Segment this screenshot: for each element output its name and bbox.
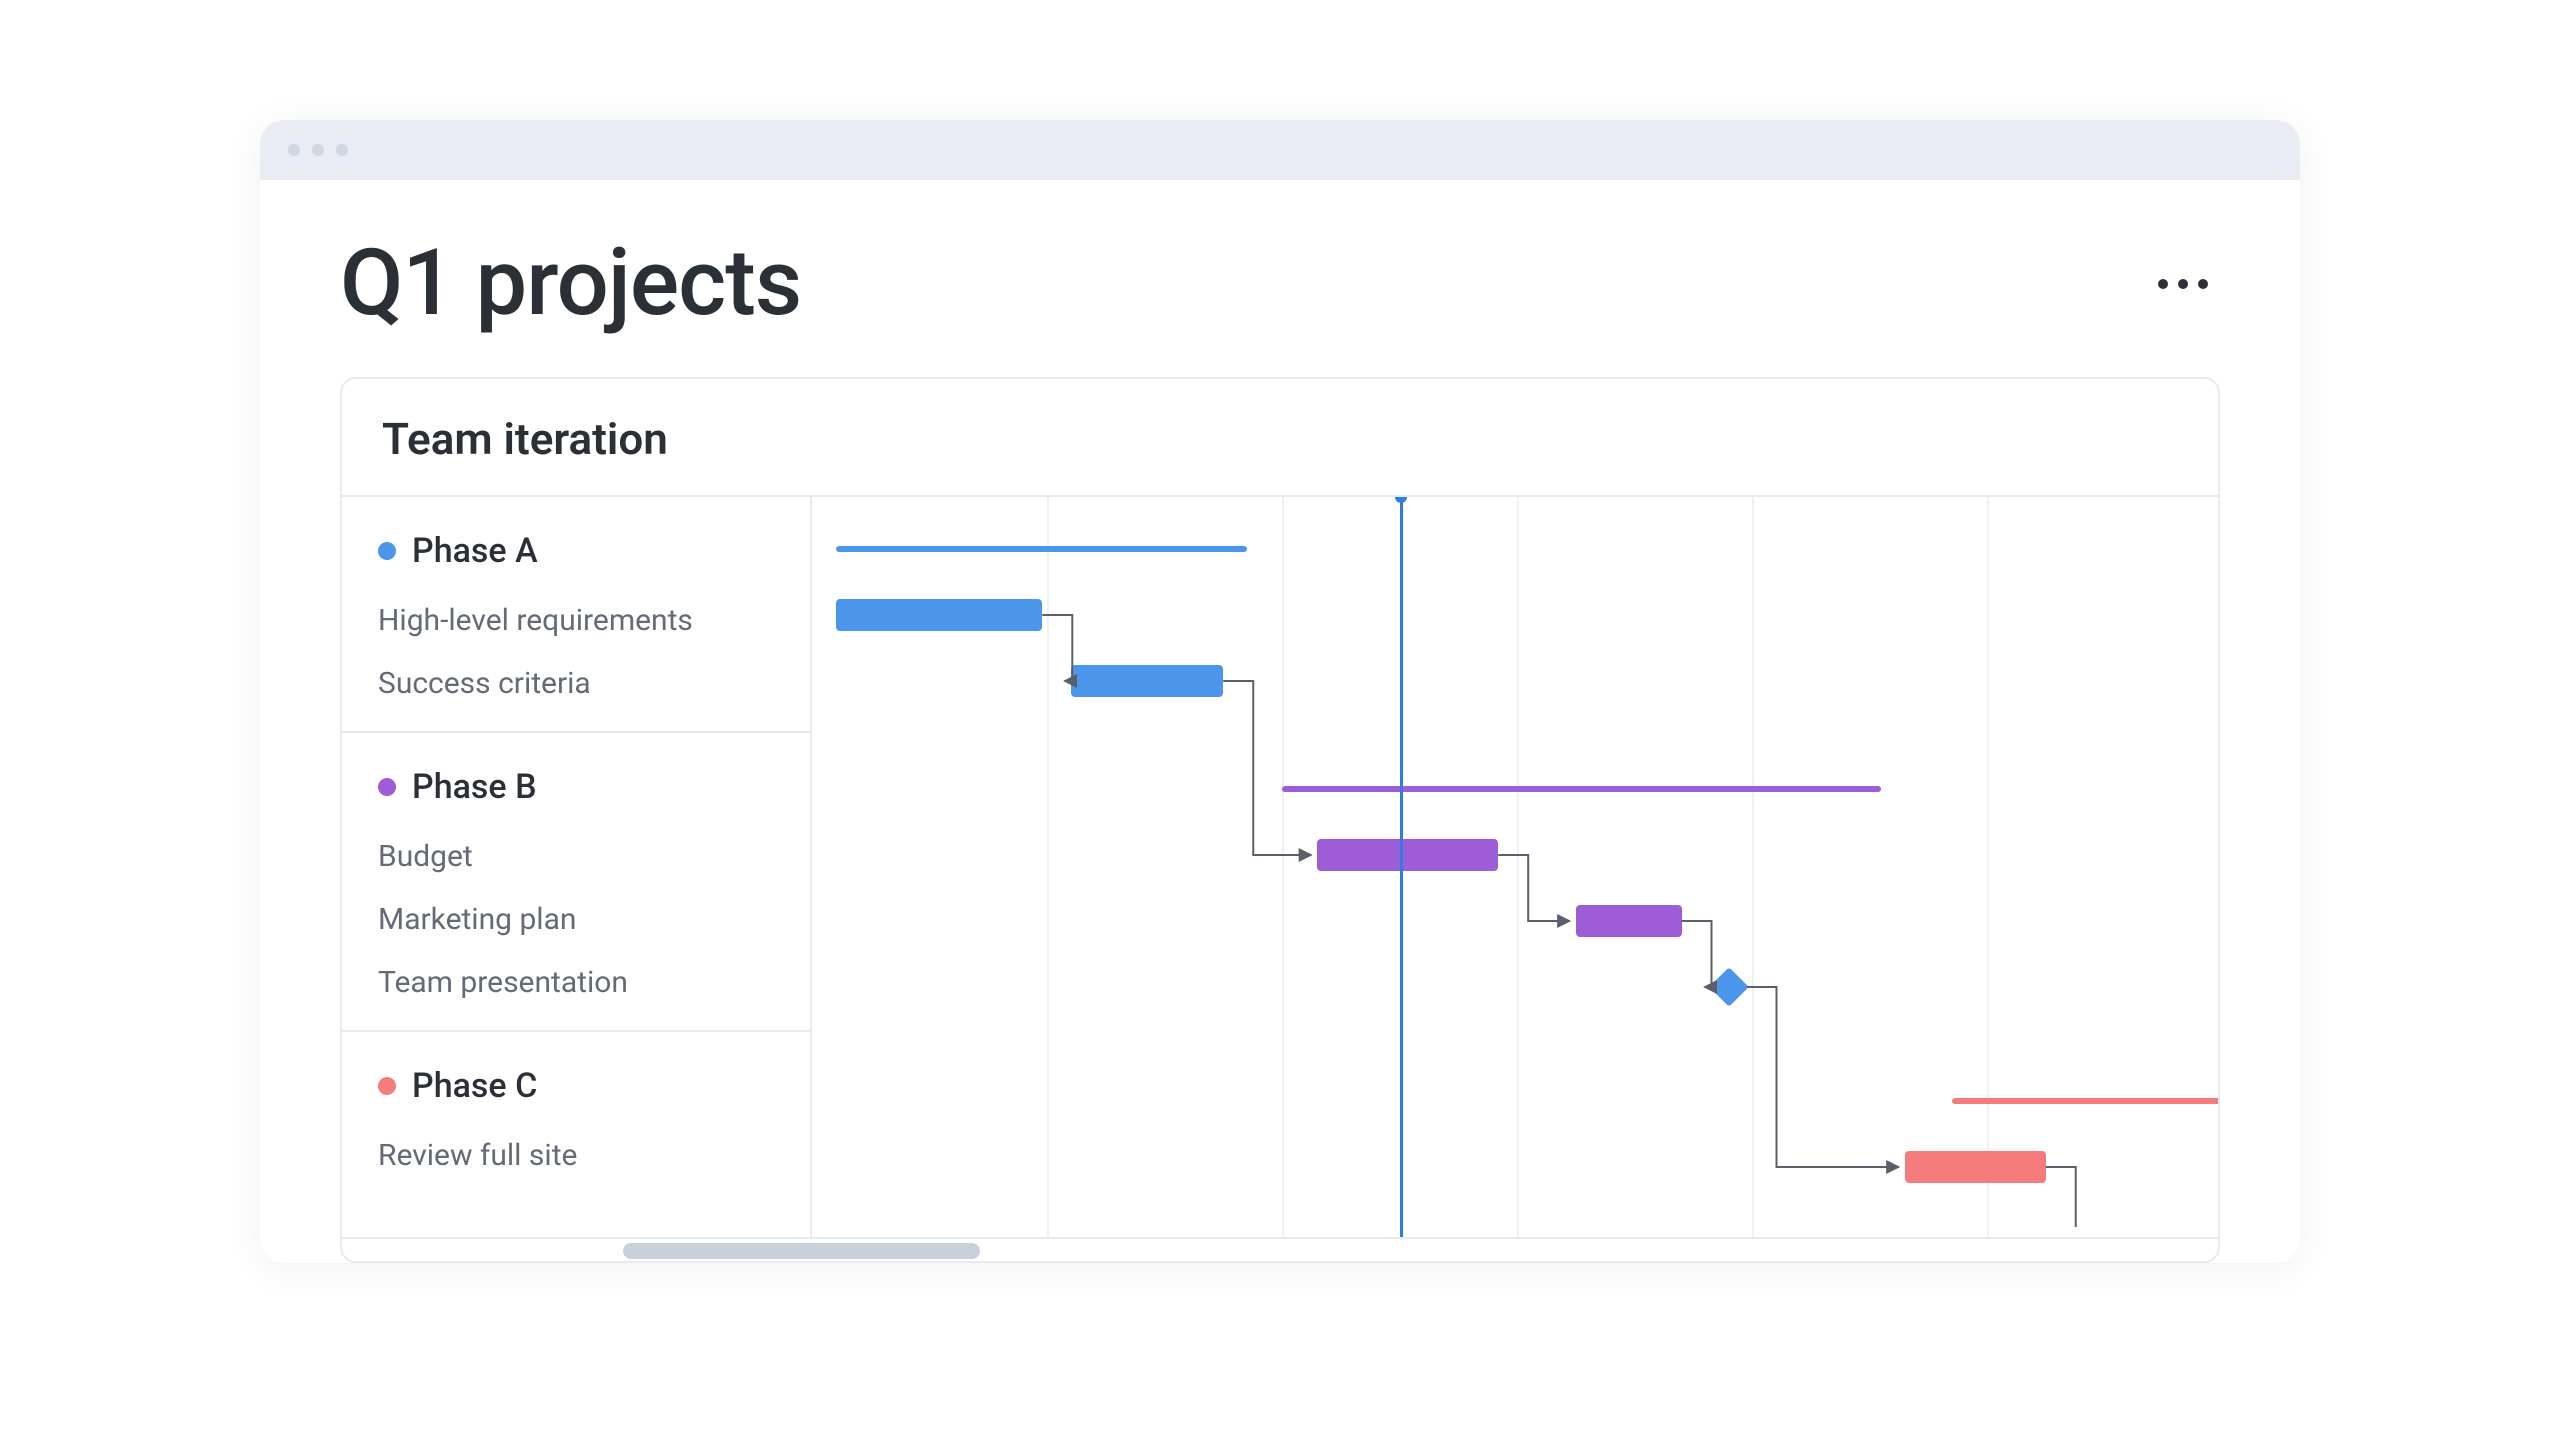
traffic-light-close[interactable] xyxy=(288,144,300,156)
panel-title: Team iteration xyxy=(382,413,2178,465)
group-header[interactable]: Phase A xyxy=(342,513,810,589)
task-row[interactable]: Success criteria xyxy=(342,652,810,715)
traffic-light-zoom[interactable] xyxy=(336,144,348,156)
timeline[interactable] xyxy=(812,497,2218,1237)
task-row[interactable]: High-level requirements xyxy=(342,589,810,652)
window-titlebar xyxy=(260,120,2300,180)
today-indicator xyxy=(1400,497,1403,1237)
phase-line[interactable] xyxy=(836,546,1247,552)
traffic-light-minimize[interactable] xyxy=(312,144,324,156)
group-color-dot xyxy=(378,1077,396,1095)
horizontal-scrollbar[interactable] xyxy=(342,1237,2218,1261)
phase-line[interactable] xyxy=(1282,786,1881,792)
group-color-dot xyxy=(378,778,396,796)
task-bar[interactable] xyxy=(836,599,1043,631)
bars-layer xyxy=(812,497,2218,1237)
task-bar[interactable] xyxy=(1071,665,1224,697)
more-menu-button[interactable] xyxy=(2146,267,2220,301)
dots-icon xyxy=(2158,279,2168,289)
group-label: Phase B xyxy=(412,767,537,807)
task-list: Phase A High-level requirements Success … xyxy=(342,497,812,1237)
task-bar[interactable] xyxy=(1576,905,1682,937)
group-phase-a: Phase A High-level requirements Success … xyxy=(342,497,810,733)
app-window: Q1 projects Team iteration Phase A xyxy=(260,120,2300,1263)
gantt-panel: Team iteration Phase A High-level requir… xyxy=(340,377,2220,1263)
group-header[interactable]: Phase B xyxy=(342,749,810,825)
page-header: Q1 projects xyxy=(260,180,2300,377)
group-label: Phase C xyxy=(412,1066,537,1106)
task-row[interactable]: Budget xyxy=(342,825,810,888)
task-row[interactable]: Team presentation xyxy=(342,951,810,1014)
page-title: Q1 projects xyxy=(340,230,801,337)
task-row[interactable]: Marketing plan xyxy=(342,888,810,951)
milestone[interactable] xyxy=(1709,967,1749,1007)
task-bar[interactable] xyxy=(1905,1151,2046,1183)
dots-icon xyxy=(2198,279,2208,289)
dots-icon xyxy=(2178,279,2188,289)
group-phase-b: Phase B Budget Marketing plan Team prese… xyxy=(342,733,810,1032)
scrollbar-thumb[interactable] xyxy=(623,1243,979,1259)
group-phase-c: Phase C Review full site xyxy=(342,1032,810,1203)
panel-header: Team iteration xyxy=(342,379,2218,497)
task-bar[interactable] xyxy=(1317,839,1498,871)
group-label: Phase A xyxy=(412,531,538,571)
group-header[interactable]: Phase C xyxy=(342,1048,810,1124)
gantt-chart: Phase A High-level requirements Success … xyxy=(342,497,2218,1237)
phase-line[interactable] xyxy=(1952,1098,2218,1104)
task-row[interactable]: Review full site xyxy=(342,1124,810,1187)
group-color-dot xyxy=(378,542,396,560)
